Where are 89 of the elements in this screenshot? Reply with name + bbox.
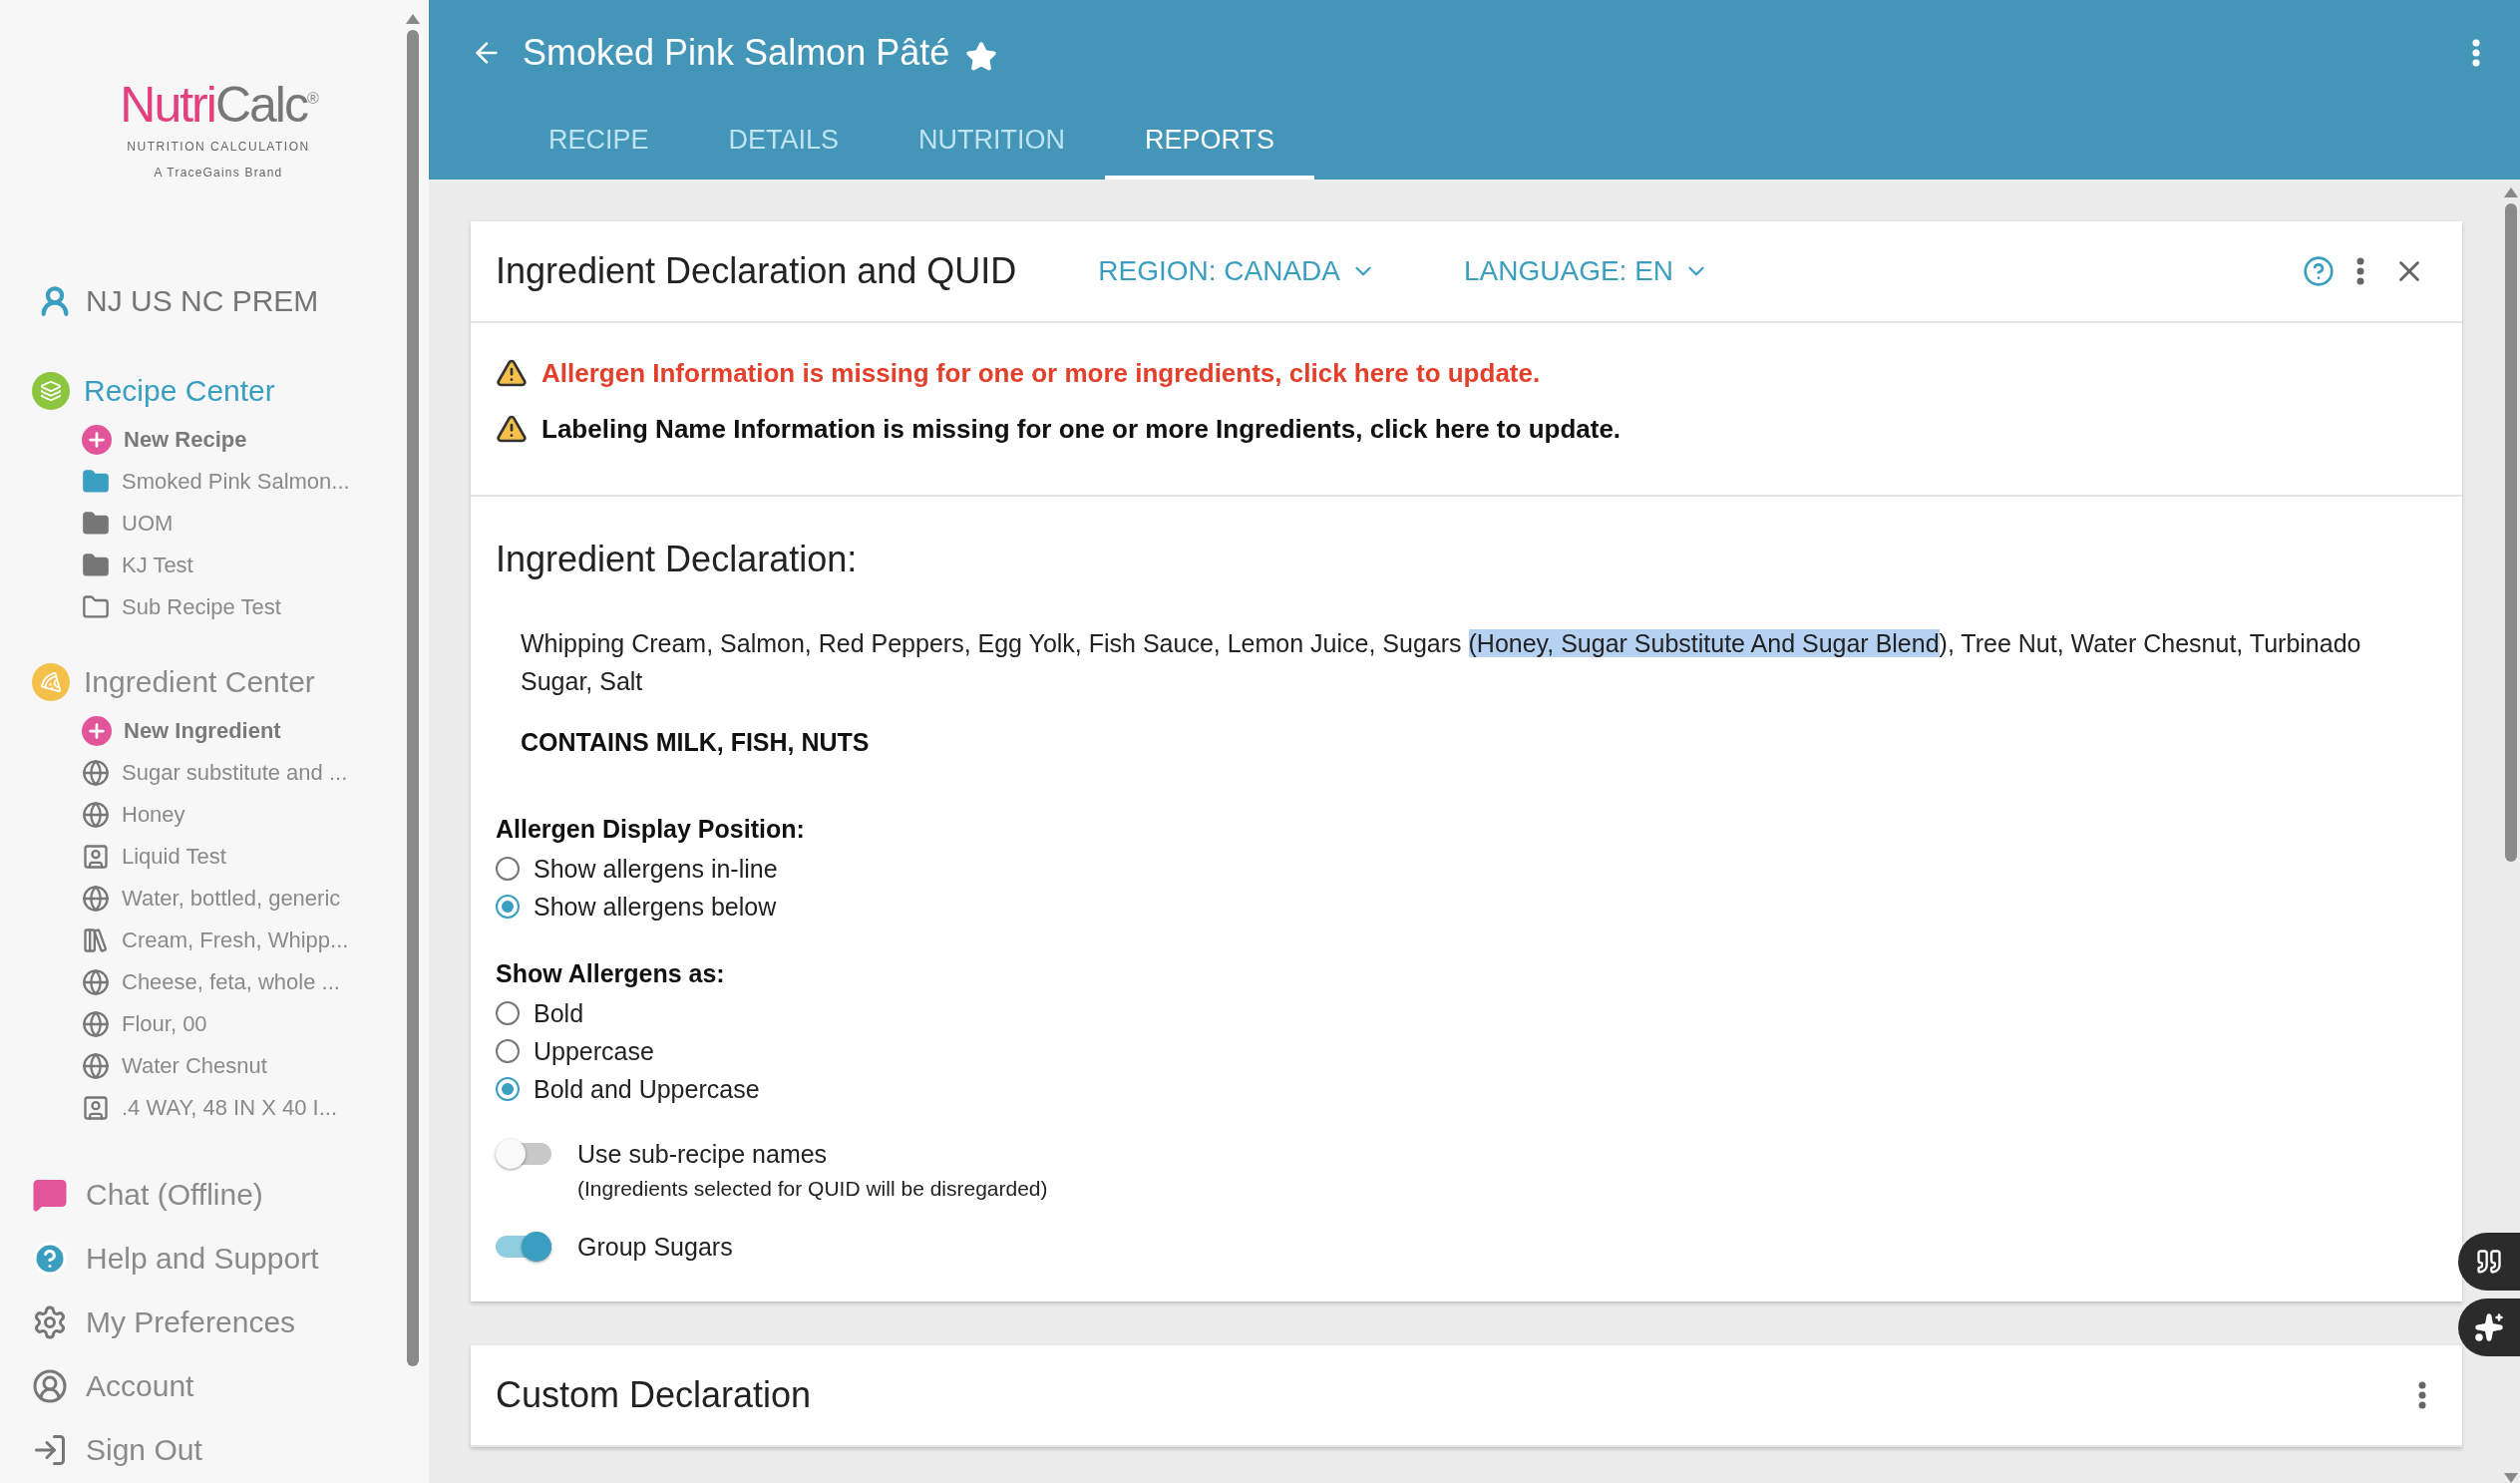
radio-option[interactable]: Uppercase <box>496 1032 2437 1070</box>
help-icon <box>32 1241 68 1277</box>
group-label: Allergen Display Position: <box>496 815 806 844</box>
more-icon <box>2356 257 2364 285</box>
contact-icon <box>82 843 110 871</box>
globe-icon <box>82 1052 110 1080</box>
stack-icon <box>82 927 110 954</box>
tab[interactable]: RECIPE <box>509 105 689 180</box>
user-name: NJ US NC PREM <box>86 284 319 318</box>
card-title: Ingredient Declaration and QUID <box>496 250 1017 292</box>
sparkle-icon <box>2474 1312 2504 1342</box>
scrollbar-thumb[interactable] <box>407 30 419 1366</box>
radio-button[interactable] <box>496 1001 520 1025</box>
sidebar-item[interactable]: Honey <box>82 794 405 836</box>
globe-icon <box>82 885 110 913</box>
recipe-title: Smoked Pink Salmon Pâté <box>523 31 950 74</box>
card-title: Custom Declaration <box>496 1374 812 1416</box>
folder-icon <box>82 510 110 538</box>
toggle-label: Use sub-recipe names <box>577 1140 829 1169</box>
alert-link[interactable]: Allergen Information is missing for one or more ingredients, click here to update. <box>541 357 1541 389</box>
sidebar-item[interactable]: UOM <box>82 503 405 545</box>
add-icon <box>82 425 112 455</box>
tab[interactable]: DETAILS <box>688 105 880 180</box>
radio-option[interactable]: Show allergens in-line <box>496 850 2437 888</box>
radio-button[interactable] <box>496 895 520 919</box>
folder-icon <box>82 552 110 579</box>
sign-out-icon <box>32 1432 68 1468</box>
globe-icon <box>82 759 110 787</box>
radio-option[interactable]: Show allergens below <box>496 888 2437 926</box>
settings-icon <box>32 1304 68 1340</box>
toggle-label: Group Sugars <box>577 1233 733 1262</box>
radio-button[interactable] <box>496 857 520 881</box>
new-item-link[interactable]: New Ingredient <box>82 710 405 752</box>
region-dropdown[interactable]: REGION: CANADA <box>1092 254 1382 288</box>
radio-option[interactable]: Bold <box>496 994 2437 1032</box>
sidebar-item[interactable]: Cream, Fresh, Whipp... <box>82 920 405 961</box>
sparkle-button[interactable] <box>2458 1298 2520 1356</box>
tab[interactable]: REPORTS <box>1105 105 1315 180</box>
tab[interactable]: NUTRITION <box>879 105 1106 180</box>
globe-icon <box>82 968 110 996</box>
radio-option[interactable]: Bold and Uppercase <box>496 1070 2437 1108</box>
more-icon <box>2472 38 2480 67</box>
scrollbar-thumb[interactable] <box>2505 203 2517 862</box>
more-icon <box>2418 1381 2426 1409</box>
sidebar-item[interactable]: KJ Test <box>82 545 405 586</box>
quote-button[interactable] <box>2458 1233 2520 1291</box>
sidebar-item[interactable]: Smoked Pink Salmon... <box>82 461 405 503</box>
warning-icon <box>496 413 528 445</box>
toggle-note: (Ingredients selected for QUID will be disregarded) <box>577 1177 1048 1201</box>
sidebar-link[interactable]: Sign Out <box>32 1418 405 1482</box>
globe-icon <box>82 801 110 829</box>
alert-link[interactable]: Labeling Name Information is missing for one or more Ingredients, click here to update. <box>541 413 1621 445</box>
folder-icon <box>82 593 110 621</box>
scroll-up-icon[interactable] <box>406 14 420 24</box>
sidebar-item[interactable]: Sugar substitute and ... <box>82 752 405 794</box>
radio-button[interactable] <box>496 1039 520 1063</box>
section-link[interactable]: Ingredient Center <box>84 665 315 699</box>
account-icon <box>32 1368 68 1404</box>
sidebar-item[interactable]: .4 WAY, 48 IN X 40 I... <box>82 1087 405 1129</box>
language-dropdown[interactable]: LANGUAGE: EN <box>1458 254 1716 288</box>
logo: NutriCalc$^{®}$ NUTRITION CALCULATION A TraceGains Brand <box>120 80 317 180</box>
contains-text: CONTAINS MILK, FISH, NUTS <box>521 728 871 757</box>
sidebar-link[interactable]: Chat (Offline) <box>32 1163 405 1227</box>
sidebar-item[interactable]: Liquid Test <box>82 836 405 878</box>
sidebar-item[interactable]: Flour, 00 <box>82 1003 405 1045</box>
declaration-text: Whipping Cream, Salmon, Red Peppers, Egg Yolk, Fish Sauce, Lemon Juice, Sugars (Honey, Sugar Substitute And Sugar Blend), Tree Nut, Water Chesnut, Turbinado Sugar, Salt <box>521 628 2362 697</box>
sidebar-link[interactable]: My Preferences <box>32 1291 405 1354</box>
sidebar-item[interactable]: Water, bottled, generic <box>82 878 405 920</box>
star-icon[interactable] <box>965 40 998 73</box>
section-heading: Ingredient Declaration: <box>496 539 859 580</box>
radio-button[interactable] <box>496 1077 520 1101</box>
scroll-up-icon[interactable] <box>2504 187 2518 197</box>
add-icon <box>82 716 112 746</box>
help-icon <box>2303 255 2335 287</box>
chat-icon <box>32 1177 68 1213</box>
globe-icon <box>82 1010 110 1038</box>
warning-icon <box>496 357 528 389</box>
sidebar-item[interactable]: Sub Recipe Test <box>82 586 405 628</box>
sidebar-link[interactable]: Account <box>32 1354 405 1418</box>
sidebar-item[interactable]: Water Chesnut <box>82 1045 405 1087</box>
sidebar-link[interactable]: Help and Support <box>32 1227 405 1291</box>
section-link[interactable]: Recipe Center <box>84 374 275 408</box>
group-label: Show Allergens as: <box>496 959 726 988</box>
scroll-down-icon[interactable] <box>2504 1473 2518 1483</box>
new-item-link[interactable]: New Recipe <box>82 419 405 461</box>
quote-icon <box>2475 1248 2503 1276</box>
sidebar-item[interactable]: Cheese, feta, whole ... <box>82 961 405 1003</box>
folder-icon <box>82 468 110 496</box>
contact-icon <box>82 1094 110 1122</box>
